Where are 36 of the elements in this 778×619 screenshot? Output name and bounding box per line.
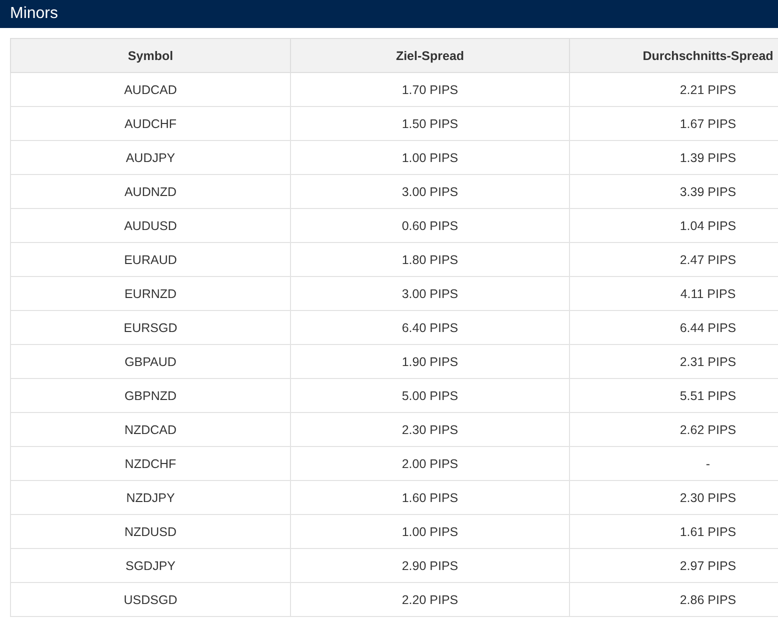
table-cell: 5.00 PIPS bbox=[290, 378, 570, 412]
table-cell: AUDCAD bbox=[10, 72, 290, 106]
table-cell: 1.70 PIPS bbox=[290, 72, 570, 106]
table-cell: 2.90 PIPS bbox=[290, 548, 570, 582]
table-cell: 2.30 PIPS bbox=[290, 412, 570, 446]
table-cell: 1.90 PIPS bbox=[290, 344, 570, 378]
column-header: Durchschnitts-Spread bbox=[570, 38, 778, 72]
table-cell: EURNZD bbox=[10, 276, 290, 310]
table-cell: GBPNZD bbox=[10, 378, 290, 412]
table-cell: AUDJPY bbox=[10, 140, 290, 174]
table-cell: NZDUSD bbox=[10, 514, 290, 548]
table-cell: 2.20 PIPS bbox=[290, 582, 570, 616]
table-cell: NZDCAD bbox=[10, 412, 290, 446]
table-cell: 1.60 PIPS bbox=[290, 480, 570, 514]
table-cell: EURAUD bbox=[10, 242, 290, 276]
table-cell: 6.40 PIPS bbox=[290, 310, 570, 344]
table-cell: NZDJPY bbox=[10, 480, 290, 514]
table-cell: 1.00 PIPS bbox=[290, 514, 570, 548]
table-cell: 1.80 PIPS bbox=[290, 242, 570, 276]
table-cell: GBPAUD bbox=[10, 344, 290, 378]
section-title: Minors bbox=[10, 5, 58, 23]
column-header: Symbol bbox=[10, 38, 290, 72]
table-cell: 1.50 PIPS bbox=[290, 106, 570, 140]
table-cell: 3.00 PIPS bbox=[290, 174, 570, 208]
table-cell: 3.00 PIPS bbox=[290, 276, 570, 310]
column-header: Ziel-Spread bbox=[290, 38, 570, 72]
table-cell: 2.00 PIPS bbox=[290, 446, 570, 480]
table-cell: SGDJPY bbox=[10, 548, 290, 582]
table-cell: AUDNZD bbox=[10, 174, 290, 208]
table-cell: AUDUSD bbox=[10, 208, 290, 242]
table-cell: 0.60 PIPS bbox=[290, 208, 570, 242]
table-cell: NZDCHF bbox=[10, 446, 290, 480]
table-cell: AUDCHF bbox=[10, 106, 290, 140]
table-cell: 1.00 PIPS bbox=[290, 140, 570, 174]
table-cell: EURSGD bbox=[10, 310, 290, 344]
table-cell: USDSGD bbox=[10, 582, 290, 616]
